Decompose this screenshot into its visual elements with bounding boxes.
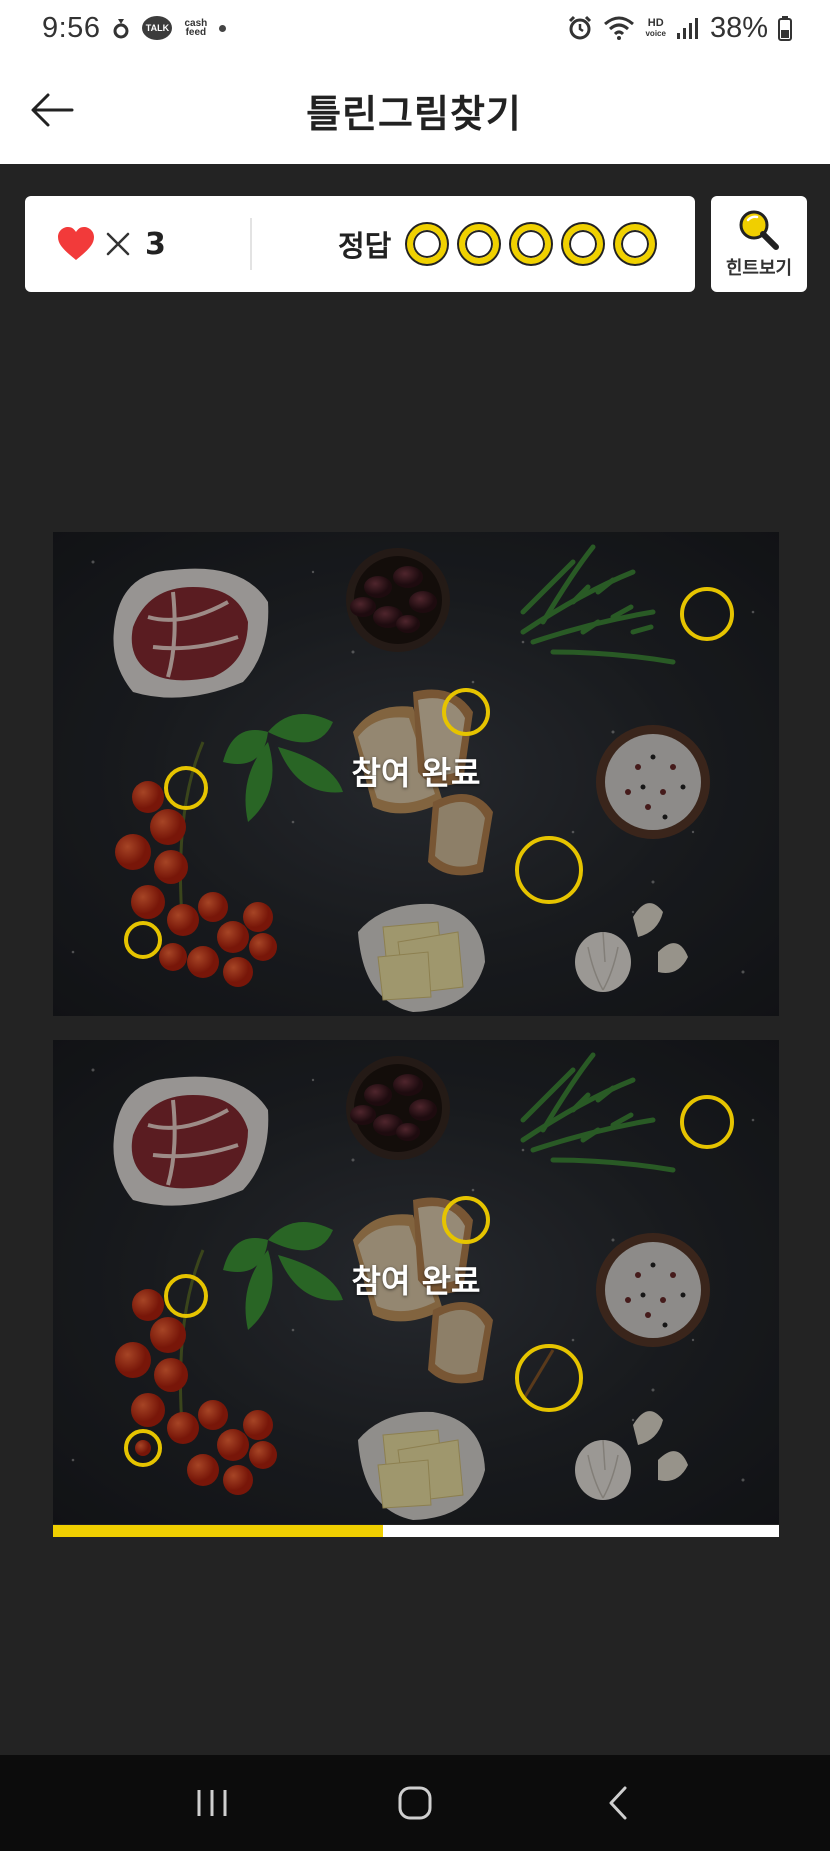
wifi-icon	[603, 15, 635, 41]
score-card: 3 정답	[25, 196, 695, 292]
battery-icon	[778, 15, 792, 41]
heart-icon	[58, 227, 94, 260]
back-arrow-icon	[31, 93, 74, 127]
alarm-icon	[567, 15, 593, 41]
hd-voice-label: voice	[645, 28, 666, 38]
status-right: HD voice 38%	[567, 12, 792, 45]
participation-complete-overlay: 참여 완료	[351, 754, 481, 792]
times-icon	[106, 232, 130, 256]
recent-apps-button[interactable]	[182, 1773, 242, 1833]
recent-apps-icon	[197, 1790, 227, 1816]
battery-percent: 38%	[709, 11, 768, 44]
answers-indicator: 정답	[338, 196, 667, 292]
home-icon	[398, 1786, 432, 1820]
score-divider	[250, 218, 252, 270]
cashfeed-icon: cash feed	[184, 19, 207, 38]
answer-slot-icon	[563, 224, 604, 264]
lives-indicator: 3	[57, 227, 166, 262]
signal-icon	[676, 16, 700, 40]
answer-slot-icon	[615, 224, 656, 264]
home-button[interactable]	[385, 1773, 445, 1833]
status-time: 9:56	[42, 11, 101, 44]
hd-voice-icon: HD voice	[645, 16, 666, 39]
more-notifications-dot-icon	[219, 24, 227, 32]
participation-complete-overlay: 참여 완료	[351, 1262, 481, 1300]
time-progress-fill	[53, 1525, 383, 1537]
chevron-left-icon	[609, 1786, 627, 1820]
hd-label: HD	[647, 16, 664, 29]
answer-slot-icon	[407, 224, 448, 264]
notification-app-icon	[112, 16, 130, 40]
answer-slot-icon	[459, 224, 500, 264]
hint-button[interactable]: 힌트보기	[711, 196, 807, 292]
system-back-button[interactable]	[588, 1773, 648, 1833]
status-left: 9:56 TALK cash feed	[42, 11, 227, 45]
magnifier-icon	[739, 210, 779, 250]
time-progress-bar	[53, 1525, 779, 1537]
answer-slot-icon	[511, 224, 552, 264]
hint-button-label: 힌트보기	[725, 258, 793, 279]
cashfeed-label-2: feed	[185, 27, 207, 38]
system-nav-bar	[0, 1755, 830, 1851]
back-button[interactable]	[28, 86, 76, 134]
app-header: 틀린그림찾기	[0, 56, 830, 164]
answers-label: 정답	[338, 229, 392, 263]
puzzle-image-original[interactable]: 참여 완료	[53, 532, 779, 1016]
page-title: 틀린그림찾기	[306, 91, 522, 136]
answer-slots	[407, 224, 667, 264]
lives-count: 3	[145, 226, 166, 262]
kakaotalk-icon: TALK	[142, 16, 173, 40]
puzzle-image-modified[interactable]: 참여 완료	[53, 1040, 779, 1524]
status-bar: 9:56 TALK cash feed HD voice 38%	[0, 0, 830, 56]
